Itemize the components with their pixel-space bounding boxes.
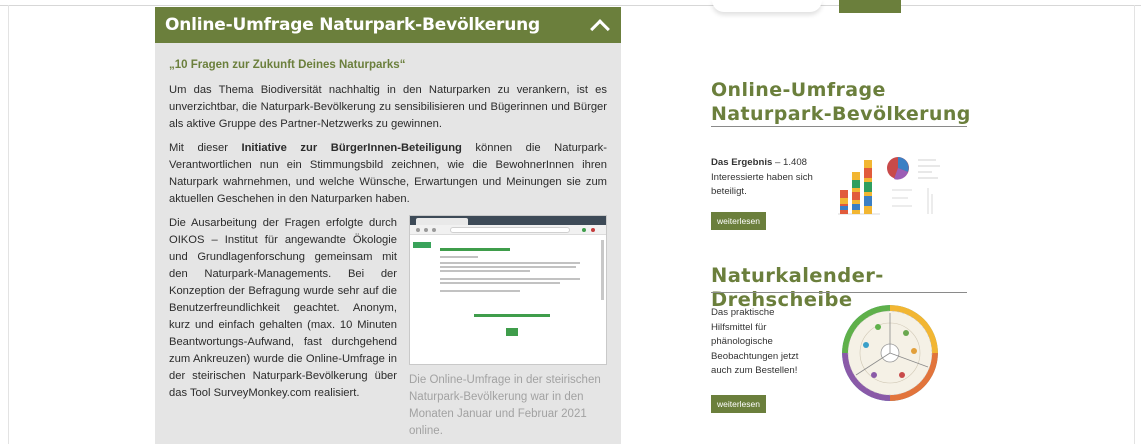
previous-teaser-button[interactable] [839, 0, 901, 13]
accordion-body: „10 Fragen zur Zukunft Deines Naturparks… [155, 43, 621, 440]
top-divider [0, 5, 1141, 6]
survey-screenshot-figure: Die Online-Umfrage in der steirischen Na… [409, 215, 607, 440]
paragraph-initiative-pre: Mit dieser [169, 142, 242, 154]
paragraph-methodology: Die Ausarbeitung der Fragen erfolgte dur… [169, 217, 397, 399]
right-border [1134, 5, 1135, 444]
sidebar-survey-divider [711, 126, 967, 127]
accordion-title: Online-Umfrage Naturpark-Bevölkerung [165, 15, 540, 35]
survey-read-more-button[interactable]: weiterlesen [711, 212, 766, 230]
sidebar-survey-title[interactable]: Online-Umfrage Naturpark-Bevölkerung [711, 78, 981, 126]
calendar-read-more-button[interactable]: weiterlesen [711, 395, 766, 413]
survey-screenshot-image [409, 215, 607, 365]
content-with-figure: Die Ausarbeitung der Fragen erfolgte dur… [169, 215, 607, 440]
left-border [8, 5, 9, 444]
sidebar-survey-text-bold: Das Ergebnis [711, 157, 773, 168]
sidebar-calendar-title[interactable]: Naturkalender-Drehscheibe [711, 264, 981, 312]
previous-teaser-image [712, 0, 822, 12]
survey-accordion: Online-Umfrage Naturpark-Bevölkerung „10… [155, 7, 621, 444]
sidebar-calendar-text: Das praktische Hilfsmittel für phänologi… [711, 307, 799, 376]
sidebar-calendar-divider [711, 292, 967, 293]
paragraph-initiative: Mit dieser Initiative zur BürgerInnen-Be… [169, 140, 607, 208]
accordion-subheading: „10 Fragen zur Zukunft Deines Naturparks… [169, 59, 406, 71]
chevron-up-icon[interactable] [590, 19, 610, 39]
paragraph-intro: Um das Thema Biodiversität nachhaltig in… [169, 84, 607, 130]
survey-results-chart-thumbnail [828, 154, 968, 222]
figure-caption: Die Online-Umfrage in der steirischen Na… [409, 374, 601, 437]
sidebar-survey-text: Das Ergebnis – 1.408 Interessierte haben… [711, 156, 821, 200]
naturkalender-wheel-image [842, 305, 938, 401]
paragraph-initiative-bold: Initiative zur BürgerInnen-Beteiligung [241, 142, 462, 154]
accordion-header[interactable]: Online-Umfrage Naturpark-Bevölkerung [155, 7, 621, 43]
